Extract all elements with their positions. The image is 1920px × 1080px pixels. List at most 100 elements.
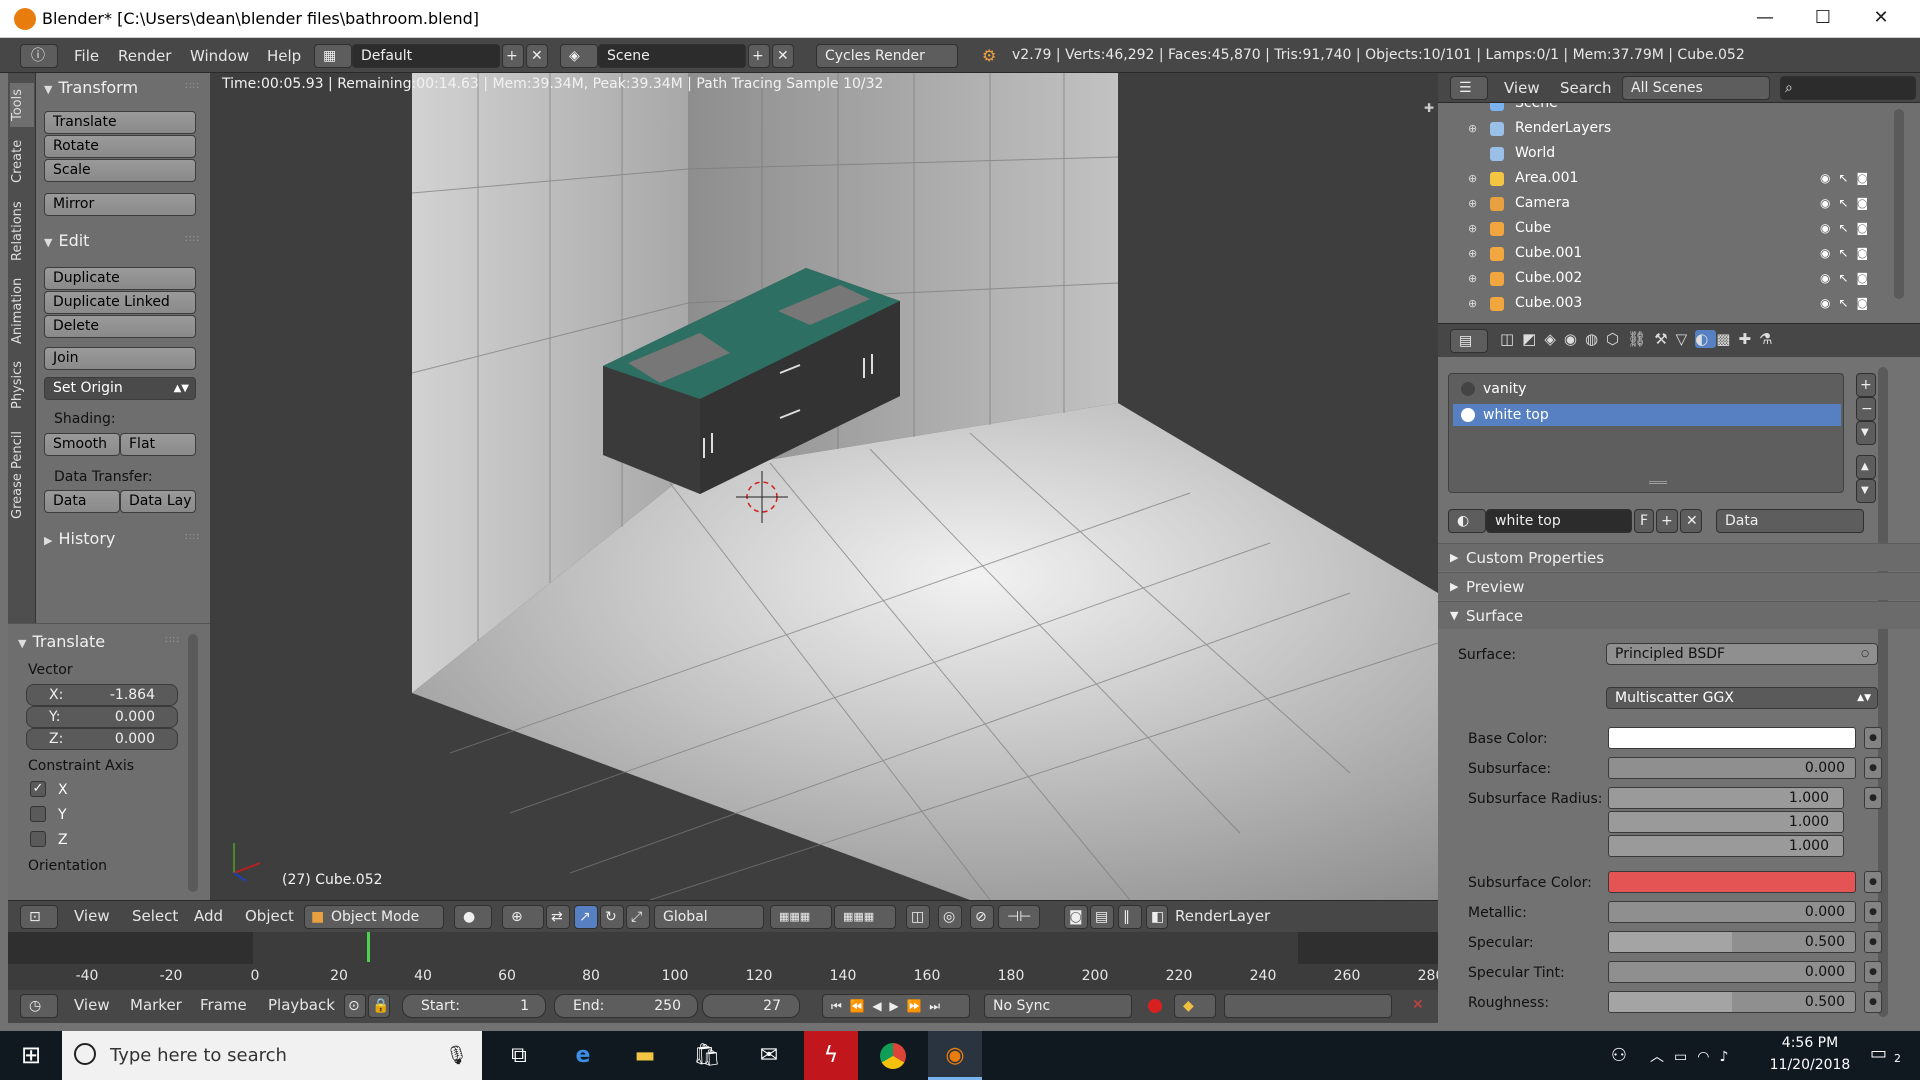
constraint-x-checkbox[interactable]: ✓ xyxy=(30,781,46,797)
tab-create[interactable]: Create xyxy=(10,133,34,189)
end-frame-field[interactable]: End: 250 xyxy=(554,994,698,1018)
snap-element-icon[interactable]: ⊣⊢ xyxy=(998,905,1040,929)
outliner-item[interactable]: Scene xyxy=(1438,103,1908,116)
edit-panel-header[interactable]: ▼ Edit xyxy=(44,231,89,250)
outliner-item[interactable]: World xyxy=(1438,141,1908,166)
blender-taskbar-icon[interactable]: ◉ xyxy=(928,1031,982,1080)
playhead[interactable] xyxy=(367,932,371,962)
translate-button[interactable]: Translate xyxy=(44,111,196,134)
keying-icon[interactable]: ◆ xyxy=(1174,994,1216,1018)
menu-select[interactable]: Select xyxy=(132,907,178,925)
render-layer-label[interactable]: RenderLayer xyxy=(1175,907,1270,925)
data-button[interactable]: Data xyxy=(44,490,120,513)
taskbar-search-input[interactable]: Type here to search 🎙 xyxy=(62,1031,482,1080)
material-slot-white-top[interactable]: white top xyxy=(1453,404,1841,426)
rotate-button[interactable]: Rotate xyxy=(44,135,196,158)
preview-section[interactable]: ▶ Preview xyxy=(1438,572,1920,600)
menu-view[interactable]: View xyxy=(74,907,110,925)
people-icon[interactable]: ⚇ xyxy=(1592,1031,1646,1080)
menu-outliner-search[interactable]: Search xyxy=(1560,79,1612,97)
display-mode-select[interactable]: All Scenes xyxy=(1622,76,1770,100)
windows-start-icon[interactable]: ⊞ xyxy=(4,1031,58,1080)
render-animation-icon[interactable]: ▤ xyxy=(1090,905,1114,929)
expand-icon[interactable]: ⊕ xyxy=(1468,266,1477,291)
visibility-toggles-icon[interactable]: ◉↖◙ xyxy=(1820,216,1876,241)
properties-context-tabs[interactable]: ◫◩◈◉◍⬡⛓⚒▽◐▩✚⚗ xyxy=(1500,330,1780,348)
notifications-icon[interactable]: ▭ xyxy=(1870,1043,1887,1064)
menu-marker[interactable]: Marker xyxy=(130,996,182,1014)
layers-grid-2-icon[interactable]: ▦▦▦ xyxy=(834,905,896,929)
editor-type-outliner-icon[interactable]: ☰ xyxy=(1450,76,1488,100)
keying-set-field[interactable] xyxy=(1224,994,1392,1018)
specular-slider[interactable]: 0.500 xyxy=(1608,931,1856,953)
outliner[interactable]: Scene ⊕ RenderLayers World ⊕ Area.001 ◉↖◙ ⊕ Came… xyxy=(1438,103,1920,323)
menu-render[interactable]: Render xyxy=(118,47,171,65)
subsurface-radius-x[interactable]: 1.000 xyxy=(1608,787,1844,809)
panel-grip-icon[interactable]: ∷∷ xyxy=(185,81,200,92)
tab-grease-pencil[interactable]: Grease Pencil xyxy=(10,423,34,527)
maximize-button[interactable]: ☐ xyxy=(1794,0,1852,38)
pause-render-icon[interactable]: ∥ xyxy=(1118,905,1142,929)
set-origin-select[interactable]: Set Origin ▲▼ xyxy=(44,377,196,400)
remove-material-slot-icon[interactable]: − xyxy=(1856,397,1876,421)
editor-type-properties-icon[interactable]: ▤ xyxy=(1450,329,1488,353)
translate-manipulator-icon[interactable]: ↗ xyxy=(574,905,598,929)
subsurface-color-swatch[interactable] xyxy=(1608,871,1856,893)
menu-playback[interactable]: Playback xyxy=(268,996,335,1014)
visibility-toggles-icon[interactable]: ◉↖◙ xyxy=(1820,191,1876,216)
remove-scene-icon[interactable]: ✕ xyxy=(772,44,794,68)
current-frame-field[interactable]: 27 xyxy=(702,994,800,1018)
editor-type-info-icon[interactable]: ⓘ xyxy=(20,44,58,68)
start-frame-field[interactable]: Start: 1 xyxy=(402,994,546,1018)
menu-help[interactable]: Help xyxy=(267,47,301,65)
outliner-item[interactable]: ⊕ RenderLayers xyxy=(1438,116,1908,141)
chrome-icon[interactable] xyxy=(866,1031,920,1080)
editor-type-timeline-icon[interactable]: ◷ xyxy=(20,994,58,1018)
subsurface-link-icon[interactable]: ● xyxy=(1864,757,1882,779)
specular-tint-link-icon[interactable]: ● xyxy=(1864,961,1882,983)
new-material-icon[interactable]: + xyxy=(1656,509,1678,533)
render-camera-icon[interactable]: ◙ xyxy=(1064,905,1088,929)
visibility-toggles-icon[interactable]: ◉↖◙ xyxy=(1820,241,1876,266)
flash-app-icon[interactable]: ϟ xyxy=(804,1031,858,1080)
outliner-scrollbar[interactable] xyxy=(1894,109,1904,299)
duplicate-linked-button[interactable]: Duplicate Linked xyxy=(44,291,196,314)
material-browse-icon[interactable]: ◐ xyxy=(1448,509,1486,533)
clear-icon[interactable]: ✕ xyxy=(1412,997,1424,1013)
visibility-toggles-icon[interactable]: ◉↖◙ xyxy=(1820,166,1876,191)
subsurface-slider[interactable]: 0.000 xyxy=(1608,757,1856,779)
file-explorer-icon[interactable]: ▬ xyxy=(618,1031,672,1080)
vector-x-field[interactable]: X: -1.864 xyxy=(26,684,178,706)
store-icon[interactable]: 🛍 xyxy=(680,1031,734,1080)
expand-icon[interactable]: ⊕ xyxy=(1468,216,1477,241)
flat-button[interactable]: Flat xyxy=(120,433,196,456)
duplicate-button[interactable]: Duplicate xyxy=(44,267,196,290)
move-up-icon[interactable]: ▲ xyxy=(1856,455,1876,479)
expand-icon[interactable]: ⊕ xyxy=(1468,166,1477,191)
translate-operator-header[interactable]: ▼ Translate xyxy=(18,632,105,651)
unlink-material-icon[interactable]: ✕ xyxy=(1680,509,1702,533)
3d-viewport[interactable]: Time:00:05.93 | Remaining:00:14.63 | Mem… xyxy=(210,73,1438,900)
layout-grid-icon[interactable]: ▦ xyxy=(314,44,352,68)
outliner-item[interactable]: ⊕ Area.001 ◉↖◙ xyxy=(1438,166,1908,191)
panel-grip-icon[interactable]: ∷∷ xyxy=(165,635,180,646)
menu-add[interactable]: Add xyxy=(194,907,223,925)
transform-panel-header[interactable]: ▼ Transform xyxy=(44,78,138,97)
menu-window[interactable]: Window xyxy=(190,47,249,65)
delete-button[interactable]: Delete xyxy=(44,315,196,338)
edge-browser-icon[interactable]: e xyxy=(556,1031,610,1080)
custom-properties-section[interactable]: ▶ Custom Properties xyxy=(1438,543,1920,571)
pivot-point-icon[interactable]: ⊕ xyxy=(502,905,544,929)
screen-layout-field[interactable]: Default xyxy=(352,44,500,68)
panel-grip-icon[interactable]: ∷∷ xyxy=(185,234,200,245)
preview-range-icon[interactable]: ⊙ xyxy=(344,994,366,1018)
sync-mode-select[interactable]: No Sync xyxy=(984,994,1132,1018)
mode-select[interactable]: ■ Object Mode xyxy=(304,905,444,929)
smooth-button[interactable]: Smooth xyxy=(44,433,120,456)
list-resize-grip[interactable]: ═══ xyxy=(1649,478,1667,489)
subsurface-radius-z[interactable]: 1.000 xyxy=(1608,835,1844,857)
metallic-slider[interactable]: 0.000 xyxy=(1608,901,1856,923)
rotate-manipulator-icon[interactable]: ↻ xyxy=(600,905,624,929)
specular-link-icon[interactable]: ● xyxy=(1864,931,1882,953)
outliner-item[interactable]: ⊕ Cube.003 ◉↖◙ xyxy=(1438,291,1908,316)
